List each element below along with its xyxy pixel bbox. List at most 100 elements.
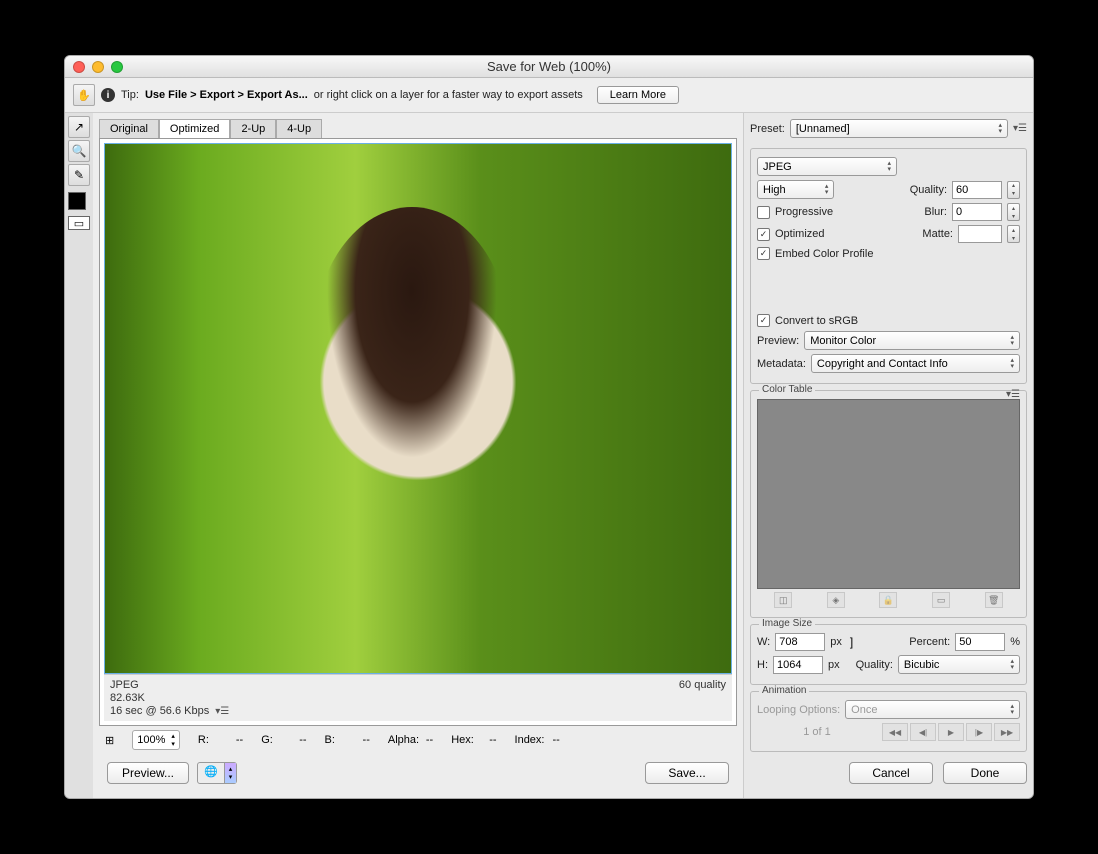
tab-optimized[interactable]: Optimized xyxy=(159,119,231,138)
quality-label: Quality: xyxy=(910,184,947,196)
blur-spinner[interactable]: ▴▾ xyxy=(1007,203,1020,221)
ct-lock-icon[interactable]: 🔒 xyxy=(879,592,897,608)
blur-label: Blur: xyxy=(924,206,947,218)
preset-flyout-icon[interactable]: ▾☰ xyxy=(1013,123,1027,134)
color-table-box[interactable] xyxy=(757,399,1020,589)
g-value: -- xyxy=(299,734,306,746)
preview-mode-select[interactable]: Monitor Color▴▾ xyxy=(804,331,1020,350)
animation-legend: Animation xyxy=(759,685,809,696)
learn-more-button[interactable]: Learn More xyxy=(597,86,679,104)
metadata-select[interactable]: Copyright and Contact Info▴▾ xyxy=(811,354,1020,373)
preview-pane: JPEG 82.63K 16 sec @ 56.6 Kbps ▾☰ 60 qua… xyxy=(99,138,737,726)
slice-tool-icon[interactable]: ↗ xyxy=(68,116,90,138)
link-dimensions-icon[interactable]: ] xyxy=(847,635,856,649)
preview-filesize: 82.63K xyxy=(110,692,229,704)
hex-value: -- xyxy=(489,734,496,746)
g-label: G: xyxy=(261,734,299,746)
quality-preset-select[interactable]: High▴▾ xyxy=(757,180,834,199)
height-input[interactable] xyxy=(773,656,823,674)
percent-input[interactable] xyxy=(955,633,1005,651)
color-table-buttons: ◫ ◈ 🔒 ▭ 🗑 xyxy=(757,589,1020,611)
toggle-slices-icon[interactable]: ▭ xyxy=(68,216,90,230)
tab-original[interactable]: Original xyxy=(99,119,159,138)
convert-srgb-checkbox[interactable] xyxy=(757,314,770,327)
quality-input[interactable] xyxy=(952,181,1002,199)
looping-select: Once▴▾ xyxy=(845,700,1020,719)
foreground-color-swatch[interactable] xyxy=(68,192,86,210)
width-input[interactable] xyxy=(775,633,825,651)
animation-controls: ◀◀ ◀| ▶ |▶ ▶▶ xyxy=(882,723,1020,741)
resample-quality-select[interactable]: Bicubic▴▾ xyxy=(898,655,1020,674)
optimized-checkbox[interactable] xyxy=(757,228,770,241)
preview-flyout-icon[interactable]: ▾☰ xyxy=(215,706,229,717)
eyedropper-tool-icon[interactable]: ✎ xyxy=(68,164,90,186)
anim-next-icon: |▶ xyxy=(966,723,992,741)
preset-select[interactable]: [Unnamed]▴▾ xyxy=(790,119,1008,138)
anim-last-icon: ▶▶ xyxy=(994,723,1020,741)
done-button[interactable]: Done xyxy=(943,762,1027,784)
bottom-button-bar: Preview... 🌐 ▴▾ Save... xyxy=(99,754,737,792)
height-label: H: xyxy=(757,659,768,671)
tip-text: or right click on a layer for a faster w… xyxy=(314,89,583,101)
percent-label: Percent: xyxy=(909,636,950,648)
resample-quality-label: Quality: xyxy=(856,659,893,671)
status-bar: ⊞ 100% ▴▾ R:-- G:-- B:-- Alpha:-- Hex:--… xyxy=(99,726,737,754)
anim-prev-icon: ◀| xyxy=(910,723,936,741)
grid-toggle-icon[interactable]: ⊞ xyxy=(105,734,114,747)
width-unit: px xyxy=(830,636,842,648)
r-label: R: xyxy=(198,734,236,746)
preset-label: Preset: xyxy=(750,123,785,135)
format-settings-group: JPEG▴▾ High▴▾ Quality: ▴▾ Progressive Bl… xyxy=(750,148,1027,384)
hand-tool-icon[interactable]: ✋ xyxy=(73,84,95,106)
tip-text-bold: Use File > Export > Export As... xyxy=(145,89,308,101)
embed-profile-checkbox[interactable] xyxy=(757,247,770,260)
zoom-value: 100% xyxy=(137,734,165,746)
info-icon: i xyxy=(101,88,115,102)
matte-spinner[interactable]: ▴▾ xyxy=(1007,225,1020,243)
preview-info-bar: JPEG 82.63K 16 sec @ 56.6 Kbps ▾☰ 60 qua… xyxy=(104,674,732,721)
progressive-label: Progressive xyxy=(775,206,833,218)
window-title: Save for Web (100%) xyxy=(65,59,1033,74)
settings-panel: Preset: [Unnamed]▴▾ ▾☰ JPEG▴▾ High▴▾ Qua… xyxy=(743,113,1033,798)
preview-image[interactable] xyxy=(104,143,732,674)
embed-profile-label: Embed Color Profile xyxy=(775,248,873,260)
anim-first-icon: ◀◀ xyxy=(882,723,908,741)
metadata-label: Metadata: xyxy=(757,358,806,370)
ct-shift-icon[interactable]: ◈ xyxy=(827,592,845,608)
image-size-legend: Image Size xyxy=(759,618,815,629)
ct-trash-icon[interactable]: 🗑 xyxy=(985,592,1003,608)
preview-quality: 60 quality xyxy=(679,679,726,717)
image-size-group: Image Size W: px ] Percent: % H: px Q xyxy=(750,624,1027,685)
color-table-group: Color Table ▾☰ ◫ ◈ 🔒 ▭ 🗑 xyxy=(750,390,1027,618)
cancel-button[interactable]: Cancel xyxy=(849,762,933,784)
zoom-tool-icon[interactable]: 🔍 xyxy=(68,140,90,162)
tool-palette: ↗ 🔍 ✎ ▭ xyxy=(65,113,93,798)
tip-bar: ✋ i Tip: Use File > Export > Export As..… xyxy=(65,78,1033,113)
progressive-checkbox[interactable] xyxy=(757,206,770,219)
preview-mode-label: Preview: xyxy=(757,335,799,347)
r-value: -- xyxy=(236,734,243,746)
blur-input[interactable] xyxy=(952,203,1002,221)
ct-snap-icon[interactable]: ◫ xyxy=(774,592,792,608)
save-button[interactable]: Save... xyxy=(645,762,729,784)
format-select[interactable]: JPEG▴▾ xyxy=(757,157,897,176)
preview-format: JPEG xyxy=(110,679,229,691)
color-table-flyout-icon[interactable]: ▾☰ xyxy=(1006,389,1020,400)
index-value: -- xyxy=(553,734,560,746)
tab-2up[interactable]: 2-Up xyxy=(230,119,276,138)
quality-spinner[interactable]: ▴▾ xyxy=(1007,181,1020,199)
alpha-value: -- xyxy=(426,734,433,746)
anim-play-icon: ▶ xyxy=(938,723,964,741)
save-for-web-window: Save for Web (100%) ✋ i Tip: Use File > … xyxy=(64,55,1034,799)
frame-counter: 1 of 1 xyxy=(757,726,877,738)
titlebar: Save for Web (100%) xyxy=(65,56,1033,78)
width-label: W: xyxy=(757,636,770,648)
matte-swatch[interactable] xyxy=(958,225,1002,243)
preview-button[interactable]: Preview... xyxy=(107,762,189,784)
convert-srgb-label: Convert to sRGB xyxy=(775,315,858,327)
ct-new-icon[interactable]: ▭ xyxy=(932,592,950,608)
zoom-select[interactable]: 100% ▴▾ xyxy=(132,730,180,750)
optimized-label: Optimized xyxy=(775,228,825,240)
tab-4up[interactable]: 4-Up xyxy=(276,119,322,138)
browser-select[interactable]: 🌐 ▴▾ xyxy=(197,762,237,784)
